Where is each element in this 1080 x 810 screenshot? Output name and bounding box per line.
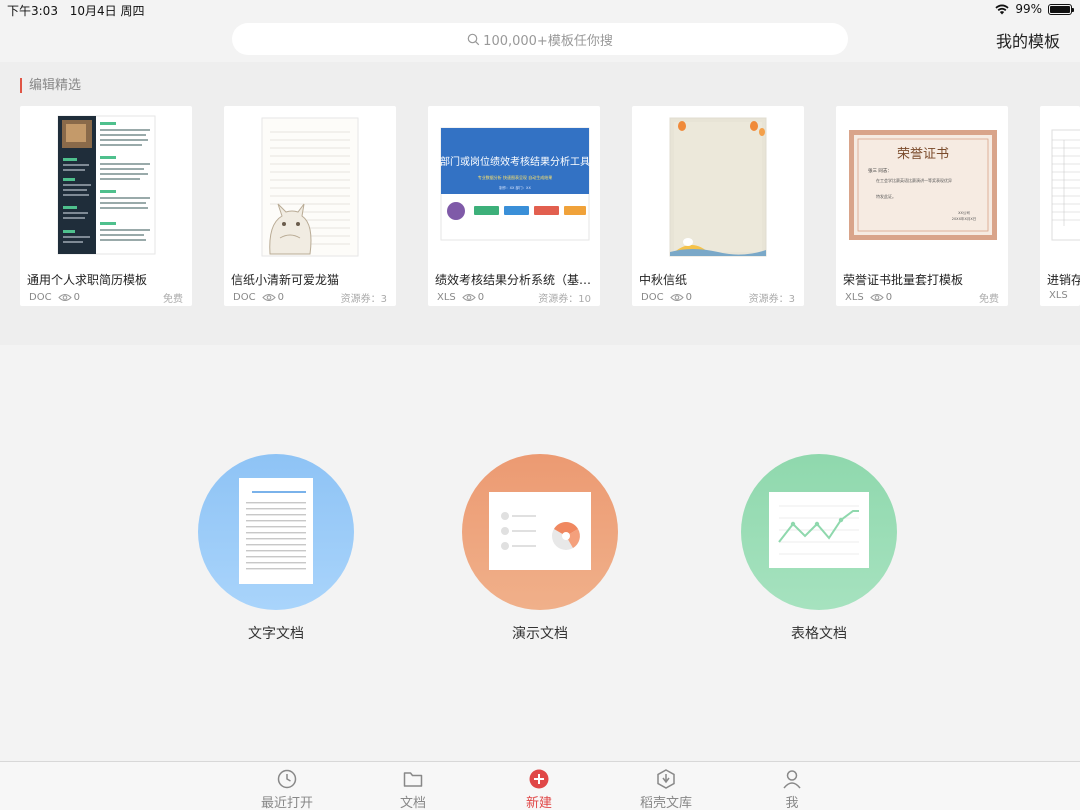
template-title: 通用个人求职简历模板	[27, 273, 148, 287]
my-templates-button[interactable]: 我的模板	[996, 28, 1060, 52]
template-price: 资源券：10	[538, 294, 591, 305]
tab-me-label: 我	[785, 796, 799, 810]
search-icon	[467, 33, 480, 45]
template-title: 荣誉证书批量套打模板	[843, 273, 964, 287]
writer-label: 文字文档	[248, 626, 304, 642]
template-format: DOC	[233, 292, 256, 303]
battery-icon	[1048, 3, 1074, 15]
presentation-label: 演示文档	[512, 626, 568, 642]
template-meta: DOC 0 资源券：3	[233, 290, 387, 305]
template-price: 资源券：3	[340, 294, 387, 305]
section-title: 编辑精选	[20, 78, 81, 93]
template-format: XLS	[437, 292, 456, 303]
template-card[interactable]: 荣誉证书 张三 同志： 在工会学比赛英语比赛演讲一等奖表现优异 特发此证。 XX…	[836, 106, 1008, 306]
tab-documents-label: 文档	[399, 796, 426, 810]
thumb-small-text: 制作：XX 部门：XX	[499, 185, 531, 190]
template-card[interactable]: 进销存 XLS	[1040, 106, 1080, 306]
template-price: 免费	[979, 294, 999, 305]
docer-library-icon	[657, 769, 675, 789]
tab-docer-library-label: 稻壳文库	[639, 796, 692, 810]
template-title: 绩效考核结果分析系统（基…	[435, 273, 592, 287]
presentation-icon	[489, 492, 591, 570]
user-icon	[783, 770, 801, 789]
tab-new-label: 新建	[525, 796, 552, 810]
template-title: 信纸小清新可爱龙猫	[231, 273, 340, 287]
tab-recent-label: 最近打开	[260, 796, 313, 810]
thumb-cert-date: 20XX年X月X日	[952, 216, 977, 221]
eye-icon	[669, 294, 684, 301]
search-input[interactable]: 100,000+模板任你搜	[232, 23, 848, 55]
thumb-cert-body: 在工会学比赛英语比赛演讲一等奖表现优异	[876, 177, 952, 183]
writer-circle[interactable]	[198, 454, 354, 610]
tab-documents[interactable]: 文档	[373, 768, 453, 810]
eye-icon	[870, 294, 884, 301]
spreadsheet-circle[interactable]	[741, 454, 897, 610]
template-card[interactable]: 部门或岗位绩效考核结果分析工具 专业数据分析 快速图表呈现 自动生成结果 制作：…	[428, 106, 600, 306]
eye-icon	[57, 294, 72, 301]
template-format: DOC	[29, 292, 52, 303]
new-presentation-button[interactable]: 演示文档	[462, 454, 618, 643]
template-price: 免费	[163, 294, 183, 305]
tab-new[interactable]: 新建	[499, 768, 579, 810]
folder-icon	[403, 772, 423, 787]
status-date: 10月4日 周四	[69, 4, 145, 18]
document-icon	[239, 478, 313, 584]
template-views: 0	[477, 292, 485, 303]
spreadsheet-label: 表格文档	[791, 626, 847, 642]
template-thumbnail	[20, 106, 192, 266]
template-card[interactable]: 中秋信纸 DOC 0 资源券：3	[632, 106, 804, 306]
wifi-icon	[995, 4, 1009, 14]
template-title: 中秋信纸	[639, 273, 688, 287]
new-writer-document-button[interactable]: 文字文档	[198, 454, 354, 643]
status-time: 下午3:03	[7, 4, 58, 18]
template-card[interactable]: 信纸小清新可爱龙猫 DOC 0 资源券：3	[224, 106, 396, 306]
eye-icon	[261, 294, 276, 301]
template-views: 0	[885, 292, 893, 303]
template-meta: XLS 0 资源券：10	[437, 290, 591, 305]
new-spreadsheet-button[interactable]: 表格文档	[741, 454, 897, 643]
template-thumbnail	[224, 106, 396, 266]
template-views: 0	[685, 292, 692, 303]
featured-section: 编辑精选 通用个人求职简历模板 DOC 0 免费 信纸小清新可爱龙猫 DOC 0…	[0, 62, 1080, 345]
spreadsheet-icon	[769, 492, 869, 568]
template-meta: DOC 0 资源券：3	[641, 290, 795, 305]
search-placeholder: 100,000+模板任你搜	[483, 33, 613, 49]
template-meta: XLS	[1049, 290, 1074, 301]
presentation-circle[interactable]	[462, 454, 618, 610]
template-views: 0	[277, 292, 284, 303]
template-title: 进销存	[1047, 273, 1080, 287]
tab-recent[interactable]: 最近打开	[247, 768, 327, 810]
battery-percent: 99%	[1015, 2, 1042, 16]
status-bar: 下午3:03 10月4日 周四 99%	[0, 0, 1080, 20]
template-card[interactable]: 通用个人求职简历模板 DOC 0 免费	[20, 106, 192, 306]
template-thumbnail	[1040, 106, 1080, 266]
thumb-main-title: 部门或岗位绩效考核结果分析工具	[440, 155, 590, 168]
plus-circle-icon	[529, 769, 549, 789]
thumb-cert-name: 张三 同志：	[868, 167, 892, 174]
template-price: 资源券：3	[748, 294, 795, 305]
template-views: 0	[73, 292, 80, 303]
bottom-tab-bar: 最近打开 文档 新建 稻壳文库 我	[0, 761, 1080, 810]
thumb-sub-title: 专业数据分析 快速图表呈现 自动生成结果	[478, 174, 553, 180]
template-format: XLS	[845, 292, 864, 303]
template-meta: XLS 0 免费	[845, 290, 999, 305]
template-thumbnail	[632, 106, 804, 266]
thumb-cert-footer: 特发此证。	[876, 193, 896, 199]
template-thumbnail: 部门或岗位绩效考核结果分析工具 专业数据分析 快速图表呈现 自动生成结果 制作：…	[428, 106, 600, 266]
template-meta: DOC 0 免费	[29, 290, 183, 305]
thumb-cert-heading: 荣誉证书	[897, 147, 949, 162]
template-thumbnail: 荣誉证书 张三 同志： 在工会学比赛英语比赛演讲一等奖表现优异 特发此证。 XX…	[836, 106, 1008, 266]
tab-docer-library[interactable]: 稻壳文库	[626, 768, 706, 810]
thumb-cert-org: XX公司	[958, 210, 970, 215]
eye-icon	[462, 294, 476, 301]
tab-me[interactable]: 我	[752, 768, 832, 810]
template-format: DOC	[641, 292, 664, 303]
clock-icon	[277, 769, 297, 789]
template-format: XLS	[1049, 290, 1068, 301]
